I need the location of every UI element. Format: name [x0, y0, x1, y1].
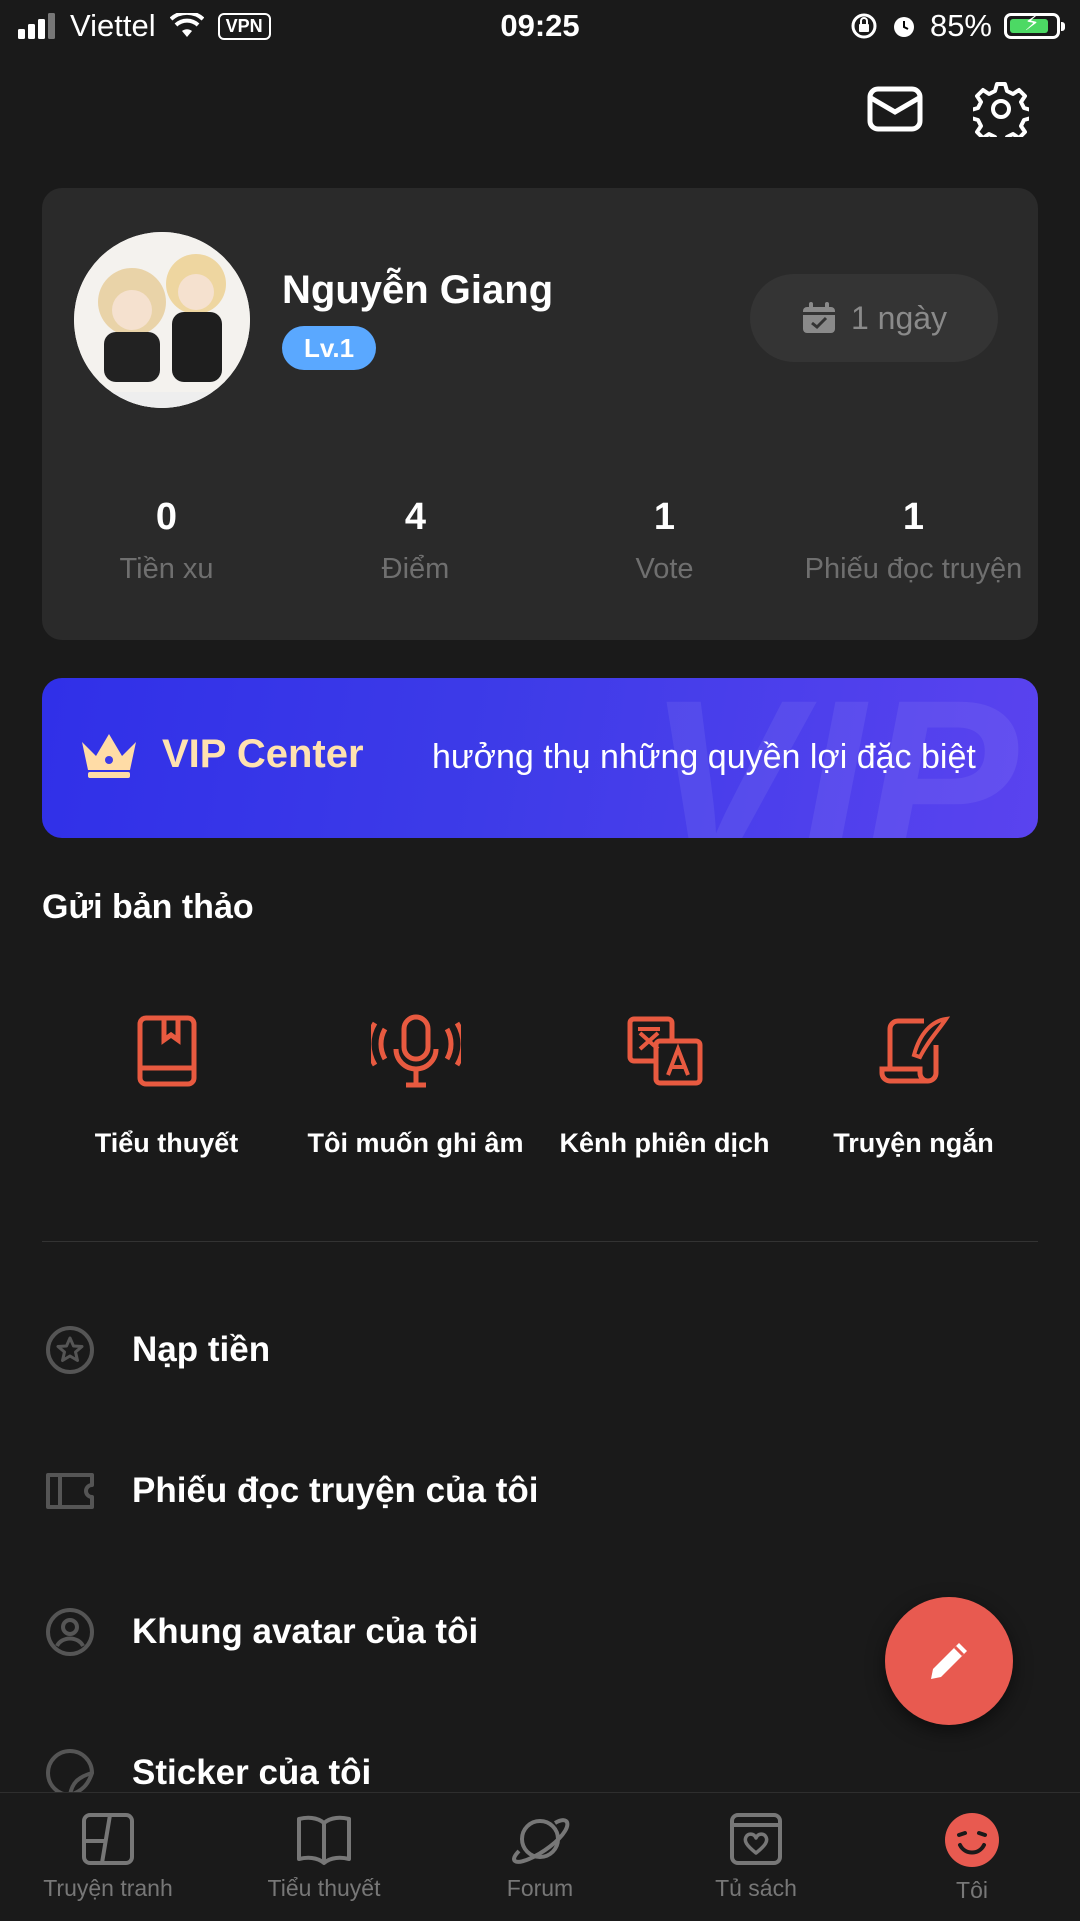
battery-icon: ⚡	[1004, 10, 1065, 39]
draft-label: Kênh phiên dịch	[559, 1128, 770, 1158]
divider	[42, 1241, 1038, 1242]
tab-me[interactable]: Tôi	[864, 1793, 1080, 1921]
vip-center-banner[interactable]: VIP VIP Center hưởng thụ những quyền lợi…	[42, 678, 1038, 838]
stat-points[interactable]: 4 Điểm	[291, 496, 540, 586]
user-name: Nguyễn Giang	[282, 268, 554, 312]
book-icon	[137, 1015, 196, 1087]
stat-label: Vote	[635, 553, 694, 585]
avatar[interactable]	[74, 232, 250, 408]
avatar-frame-icon	[46, 1608, 94, 1656]
quill-icon	[879, 1016, 950, 1084]
draft-label: Tôi muốn ghi âm	[307, 1128, 524, 1158]
stat-coins[interactable]: 0 Tiền xu	[42, 496, 291, 586]
smile-face-icon	[945, 1813, 999, 1867]
vip-title: VIP Center	[162, 732, 364, 776]
menu-item-top-up[interactable]: Nạp tiền	[42, 1310, 270, 1390]
draft-short-story[interactable]: Truyện ngắn	[789, 1010, 1038, 1159]
tab-bookshelf[interactable]: Tủ sách	[648, 1793, 864, 1921]
menu-item-reading-tickets[interactable]: Phiếu đọc truyện của tôi	[42, 1451, 538, 1531]
pencil-icon	[931, 1643, 967, 1679]
stat-label: Tiền xu	[119, 553, 214, 585]
drafts-section-title: Gửi bản thảo	[42, 888, 254, 926]
orientation-lock-icon	[851, 13, 877, 39]
star-coin-icon	[46, 1326, 94, 1374]
tab-label: Tủ sách	[715, 1875, 797, 1901]
menu-label: Phiếu đọc truyện của tôi	[132, 1471, 539, 1510]
alarm-icon	[893, 17, 914, 37]
microphone-icon	[370, 1014, 461, 1088]
status-bar: Viettel VPN 09:25 85% ⚡	[0, 0, 1080, 56]
checkin-button[interactable]: 1 ngày	[750, 274, 998, 362]
draft-label: Truyện ngắn	[833, 1128, 994, 1158]
menu-label: Khung avatar của tôi	[132, 1612, 479, 1651]
stat-value: 1	[902, 496, 925, 538]
mail-icon[interactable]	[866, 80, 924, 138]
draft-translation[interactable]: Kênh phiên dịch	[540, 1010, 789, 1159]
crown-icon	[82, 734, 136, 778]
stat-value: 1	[653, 496, 676, 538]
checkin-label: 1 ngày	[850, 299, 948, 336]
ticket-icon	[46, 1473, 94, 1509]
stat-label: Phiếu đọc truyện	[804, 553, 1023, 585]
compose-fab[interactable]	[885, 1597, 1013, 1725]
bottom-tab-bar: Truyện tranh Tiểu thuyết Forum Tủ sách T…	[0, 1792, 1080, 1921]
planet-icon	[512, 1818, 570, 1864]
settings-gear-icon[interactable]	[972, 80, 1030, 138]
stat-value: 4	[404, 496, 427, 538]
stat-value: 0	[155, 496, 178, 538]
battery-percent: 85%	[929, 8, 992, 43]
comic-icon	[82, 1813, 134, 1865]
stat-label: Điểm	[381, 553, 450, 585]
draft-label: Tiểu thuyết	[94, 1128, 239, 1158]
tab-label: Tôi	[956, 1877, 988, 1903]
menu-label: Nạp tiền	[132, 1330, 271, 1369]
calendar-check-icon	[802, 302, 835, 333]
vip-description: hưởng thụ những quyền lợi đặc biệt	[432, 738, 976, 776]
menu-label: Sticker của tôi	[132, 1753, 372, 1792]
draft-novel[interactable]: Tiểu thuyết	[42, 1010, 291, 1159]
tab-label: Tiểu thuyết	[267, 1875, 381, 1901]
tab-comics[interactable]: Truyện tranh	[0, 1793, 216, 1921]
translate-icon	[627, 1016, 702, 1086]
tab-novels[interactable]: Tiểu thuyết	[216, 1793, 432, 1921]
tab-label: Forum	[506, 1875, 574, 1901]
level-badge: Lv.1	[282, 326, 377, 370]
stat-vote[interactable]: 1 Vote	[540, 496, 789, 586]
tab-forum[interactable]: Forum	[432, 1793, 648, 1921]
profile-card: Nguyễn Giang Lv.1 1 ngày 0 Tiền xu 4 Điể…	[42, 188, 1038, 640]
draft-audio[interactable]: Tôi muốn ghi âm	[291, 1010, 540, 1159]
tab-label: Truyện tranh	[43, 1875, 173, 1901]
open-book-icon	[297, 1815, 351, 1865]
bookshelf-heart-icon	[730, 1813, 782, 1865]
stat-reading-tickets[interactable]: 1 Phiếu đọc truyện	[789, 496, 1038, 586]
menu-item-avatar-frame[interactable]: Khung avatar của tôi	[42, 1592, 478, 1672]
